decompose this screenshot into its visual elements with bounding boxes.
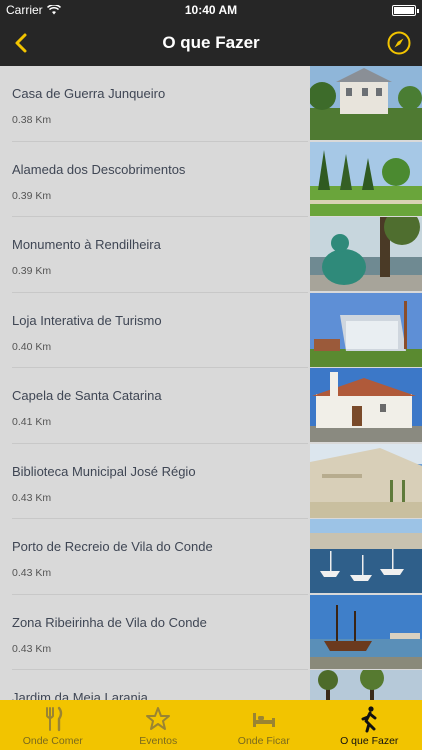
place-name: Zona Ribeirinha de Vila do Conde (12, 614, 207, 630)
walking-person-icon (361, 706, 377, 733)
list-item[interactable]: Capela de Santa Catarina 0.41 Km (0, 368, 422, 444)
place-thumbnail (310, 443, 422, 518)
list-item[interactable]: Casa de Guerra Junqueiro 0.38 Km (0, 66, 422, 142)
place-name: Porto de Recreio de Vila do Conde (12, 539, 213, 554)
place-thumbnail (310, 670, 422, 700)
place-thumbnail (310, 594, 422, 669)
tab-onde-ficar[interactable]: Onde Ficar (211, 700, 317, 750)
list-item[interactable]: Porto de Recreio de Vila do Conde 0.43 K… (0, 519, 422, 595)
places-list[interactable]: Casa de Guerra Junqueiro 0.38 Km Alameda… (0, 66, 422, 700)
tab-label: O que Fazer (340, 735, 399, 747)
place-thumbnail (310, 217, 422, 291)
star-icon (146, 707, 171, 730)
place-distance: 0.39 Km (12, 265, 52, 277)
tab-label: Eventos (139, 735, 178, 747)
compass-icon[interactable] (386, 30, 412, 56)
tab-bar: Onde Comer Eventos Onde Ficar O que Faze… (0, 700, 422, 750)
place-distance: 0.43 Km (12, 567, 52, 579)
place-distance: 0.38 Km (12, 114, 52, 126)
place-distance: 0.40 Km (12, 340, 52, 353)
place-distance: 0.43 Km (12, 491, 52, 504)
list-item[interactable]: Zona Ribeirinha de Vila do Conde 0.43 Km (0, 594, 422, 670)
place-thumbnail (310, 519, 422, 593)
place-name: Monumento à Rendilheira (12, 237, 161, 252)
place-name: Capela de Santa Catarina (12, 388, 162, 403)
place-thumbnail (310, 368, 422, 442)
list-item[interactable]: Loja Interativa de Turismo 0.40 Km (0, 292, 422, 368)
fork-knife-icon (45, 706, 62, 732)
battery-icon (392, 4, 419, 16)
place-thumbnail (310, 66, 422, 140)
status-time: 10:40 AM (184, 3, 238, 17)
place-name: Alameda dos Descobrimentos (12, 161, 186, 177)
tab-label: Onde Ficar (237, 735, 290, 747)
page-title: O que Fazer (162, 33, 260, 52)
place-thumbnail (310, 292, 422, 367)
list-item[interactable]: Monumento à Rendilheira 0.39 Km (0, 217, 422, 293)
tab-eventos[interactable]: Eventos (106, 700, 212, 750)
place-name: Biblioteca Municipal José Régio (12, 463, 196, 479)
list-item[interactable]: Biblioteca Municipal José Régio 0.43 Km (0, 443, 422, 519)
place-distance: 0.39 Km (12, 189, 52, 202)
place-name: Jardim da Meia Laranja (12, 690, 148, 700)
tab-label: Onde Comer (22, 735, 83, 747)
status-bar: Carrier 10:40 AM (0, 0, 422, 20)
place-name: Loja Interativa de Turismo (12, 312, 162, 328)
tab-onde-comer[interactable]: Onde Comer (0, 700, 106, 750)
bed-icon (252, 713, 275, 727)
place-thumbnail (310, 141, 422, 216)
list-item[interactable]: Jardim da Meia Laranja (0, 670, 422, 700)
tab-o-que-fazer[interactable]: O que Fazer (317, 700, 422, 750)
place-name: Casa de Guerra Junqueiro (12, 86, 166, 101)
place-distance: 0.41 Km (12, 416, 52, 428)
navigation-bar: O que Fazer (0, 20, 422, 66)
list-item[interactable]: Alameda dos Descobrimentos 0.39 Km (0, 141, 422, 217)
place-distance: 0.43 Km (12, 642, 52, 655)
